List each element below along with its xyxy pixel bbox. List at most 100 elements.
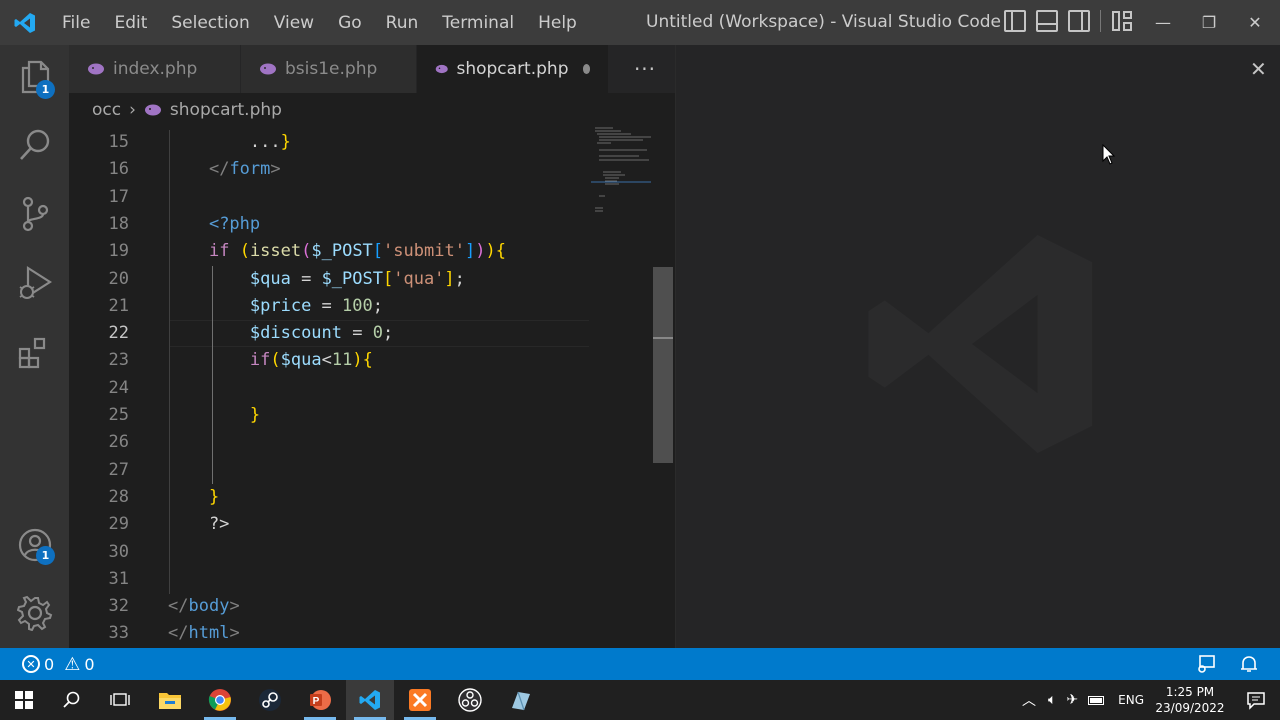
code-line[interactable]: 15 ...}: [69, 130, 589, 156]
code-line[interactable]: 23 if($qua<11){: [69, 347, 589, 374]
action-center-icon[interactable]: [1232, 680, 1280, 720]
code-line[interactable]: 22 $discount = 0;: [69, 320, 589, 347]
line-text: <?php: [208, 213, 261, 234]
line-number: 23: [108, 350, 129, 371]
code-line[interactable]: 24: [69, 375, 589, 402]
tab-label: shopcart.php: [456, 59, 569, 79]
code-editor[interactable]: 15 ...} 16 </form> 17 18 <?php 19 if (isset(…: [69, 130, 589, 648]
explorer-icon[interactable]: 1: [0, 45, 69, 109]
minimap[interactable]: [591, 126, 653, 648]
unsaved-dot-icon[interactable]: [582, 64, 590, 74]
line-number: 15: [108, 132, 129, 152]
code-line[interactable]: 26: [69, 429, 589, 456]
clock[interactable]: 1:25 PM 23/09/2022: [1150, 680, 1230, 720]
tab-shopcart-php[interactable]: shopcart.php: [417, 45, 609, 93]
menu-edit[interactable]: Edit: [102, 13, 159, 33]
windows-start-icon[interactable]: [0, 680, 48, 720]
task-view-icon[interactable]: [96, 680, 144, 720]
line-number: 18: [108, 213, 129, 234]
close-group-icon[interactable]: ✕: [1250, 57, 1267, 81]
toggle-primary-sidebar-icon[interactable]: [1004, 10, 1026, 32]
run-debug-icon[interactable]: [0, 251, 69, 315]
feedback-icon[interactable]: [1196, 654, 1216, 678]
minimize-icon[interactable]: —: [1140, 13, 1186, 32]
code-line[interactable]: 33 </html>: [69, 620, 589, 647]
menu-help[interactable]: Help: [526, 13, 589, 33]
notifications-bell-icon[interactable]: [1239, 654, 1259, 678]
window-title: Untitled (Workspace) - Visual Studio Cod…: [646, 12, 1001, 32]
app-icon[interactable]: [496, 680, 544, 720]
restore-icon[interactable]: ❐: [1186, 13, 1232, 32]
more-actions-icon[interactable]: ···: [615, 45, 675, 93]
steam-icon[interactable]: [246, 680, 294, 720]
code-line[interactable]: 32 </body>: [69, 593, 589, 620]
code-line[interactable]: 18 <?php: [69, 211, 589, 238]
code-line[interactable]: 27: [69, 457, 589, 484]
battery-icon[interactable]: [1088, 695, 1105, 705]
code-line[interactable]: 19 if (isset($_POST['submit'])){: [69, 238, 589, 265]
menu-selection[interactable]: Selection: [159, 13, 261, 33]
breadcrumb-folder[interactable]: occ: [92, 100, 121, 120]
tab-bsis1e-php[interactable]: bsis1e.php: [241, 45, 417, 93]
clock-time: 1:25 PM: [1165, 685, 1215, 699]
menu-terminal[interactable]: Terminal: [430, 13, 526, 33]
menu-go[interactable]: Go: [326, 13, 374, 33]
code-line[interactable]: 30: [69, 539, 589, 566]
airplane-icon[interactable]: ✈︎: [1066, 692, 1078, 708]
line-text: </form>: [208, 159, 281, 180]
powerpoint-icon[interactable]: P: [296, 680, 344, 720]
xampp-icon[interactable]: [396, 680, 444, 720]
obs-icon[interactable]: [446, 680, 494, 720]
toggle-panel-icon[interactable]: [1036, 10, 1058, 32]
tab-bar: index.php bsis1e.php shopcart.php ···: [69, 45, 675, 93]
breadcrumb-file[interactable]: shopcart.php: [170, 100, 282, 120]
line-text: if (isset($_POST['submit'])){: [208, 241, 506, 262]
line-number: 21: [108, 295, 129, 316]
tab-label: index.php: [113, 59, 198, 79]
chevron-up-icon[interactable]: ︿: [1022, 690, 1036, 710]
clock-date: 23/09/2022: [1155, 701, 1225, 715]
tab-index-php[interactable]: index.php: [69, 45, 241, 93]
extensions-icon[interactable]: [0, 320, 69, 384]
tab-label: bsis1e.php: [285, 59, 378, 79]
window-controls: — ❐ ✕: [1140, 0, 1278, 45]
svg-text:P: P: [313, 696, 320, 707]
status-bar: ✕ 0 ⚠ 0: [0, 648, 1280, 680]
code-line[interactable]: 20 $qua = $_POST['qua'];: [69, 266, 589, 293]
file-explorer-icon[interactable]: [146, 680, 194, 720]
vscode-taskbar-icon[interactable]: [346, 680, 394, 720]
menu-view[interactable]: View: [262, 13, 326, 33]
toggle-secondary-sidebar-icon[interactable]: [1068, 10, 1090, 32]
volume-icon[interactable]: 🔈︎: [1048, 692, 1056, 708]
line-number: 29: [108, 514, 129, 535]
line-text: </body>: [168, 596, 240, 617]
line-number: 32: [108, 596, 129, 617]
menu-file[interactable]: File: [50, 13, 102, 33]
close-window-icon[interactable]: ✕: [1232, 13, 1278, 32]
explorer-badge: 1: [36, 80, 55, 99]
menu-run[interactable]: Run: [374, 13, 431, 33]
source-control-icon[interactable]: [0, 182, 69, 246]
line-text: $qua = $_POST['qua'];: [249, 268, 465, 289]
vertical-scrollbar[interactable]: [653, 267, 673, 463]
code-line[interactable]: 25 }: [69, 402, 589, 429]
line-number: 22: [108, 323, 129, 344]
code-line[interactable]: 29 ?>: [69, 511, 589, 538]
settings-gear-icon[interactable]: [0, 581, 69, 645]
code-line[interactable]: 16 </form>: [69, 156, 589, 183]
code-line[interactable]: 21 $price = 100;: [69, 293, 589, 320]
chrome-icon[interactable]: [196, 680, 244, 720]
accounts-badge: 1: [36, 546, 55, 565]
vscode-watermark-icon: [868, 234, 1093, 454]
taskbar-search-icon[interactable]: [48, 680, 96, 720]
language-indicator[interactable]: ENG: [1118, 693, 1144, 707]
search-icon[interactable]: [0, 113, 69, 177]
line-text: if($qua<11){: [249, 350, 373, 371]
customize-layout-icon[interactable]: [1111, 10, 1133, 32]
code-line[interactable]: 28 }: [69, 484, 589, 511]
line-number: 30: [108, 541, 129, 562]
accounts-icon[interactable]: 1: [0, 513, 69, 577]
code-line[interactable]: 17: [69, 184, 589, 211]
problems-indicator[interactable]: ✕ 0 ⚠ 0: [22, 654, 95, 675]
code-line[interactable]: 31: [69, 566, 589, 593]
